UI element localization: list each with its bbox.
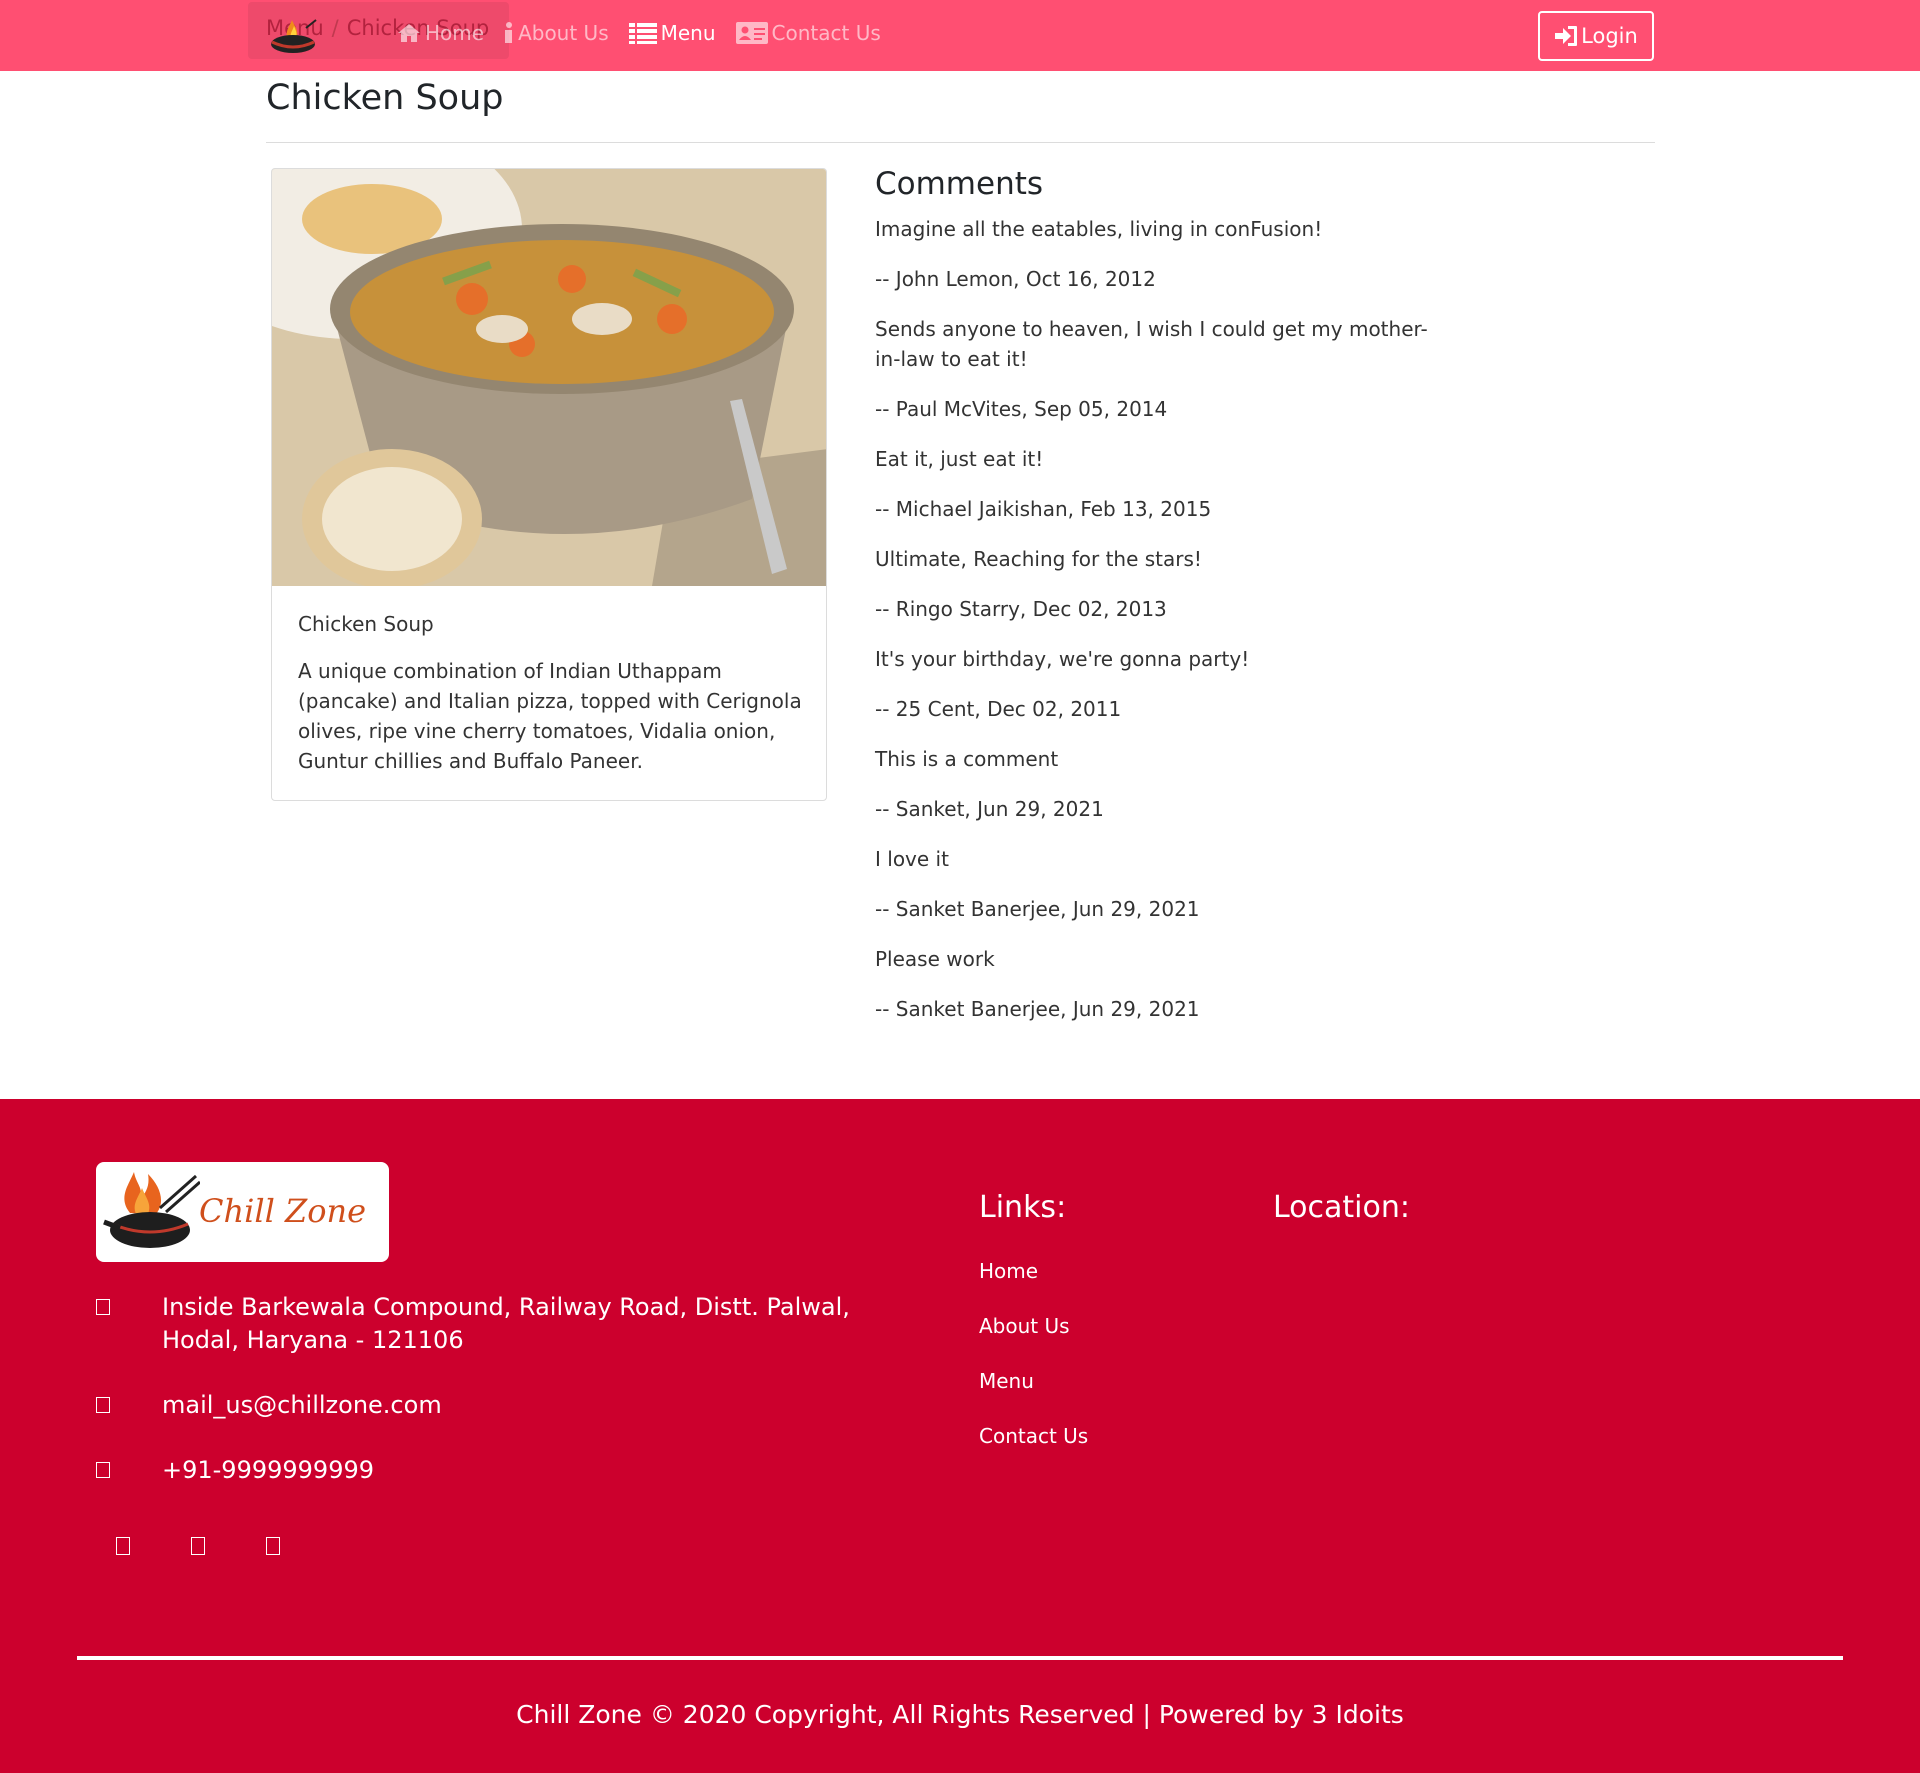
comment-text: It's your birthday, we're gonna party! — [875, 647, 1250, 671]
footer-logo-text: Chill Zone — [199, 1192, 367, 1230]
home-icon — [398, 24, 420, 42]
footer-logo[interactable]: Chill Zone — [96, 1162, 389, 1262]
comment-text: Ultimate, Reaching for the stars! — [875, 547, 1202, 571]
login-label: Login — [1581, 24, 1638, 48]
footer-email[interactable]: mail_us@chillzone.com — [162, 1389, 442, 1422]
comment-text: I love it — [875, 847, 949, 871]
comment-author: -- 25 Cent, Dec 02, 2011 — [875, 697, 1122, 721]
dish-card: Chicken Soup A unique combination of Ind… — [271, 168, 827, 801]
sign-in-icon — [1555, 26, 1578, 46]
nav-item-home-label: Home — [425, 21, 485, 45]
footer-link-about[interactable]: About Us — [979, 1314, 1070, 1338]
nav-item-menu[interactable]: Menu — [628, 21, 716, 45]
address-card-icon — [735, 22, 768, 44]
dish-description: A unique combination of Indian Uthappam … — [298, 659, 802, 773]
nav-item-about-label: About Us — [518, 21, 609, 45]
nav-item-about[interactable]: About Us — [504, 21, 609, 45]
comment-author: -- Sanket, Jun 29, 2021 — [875, 797, 1104, 821]
comments-list: Imagine all the eatables, living in conF… — [875, 214, 1445, 1044]
comment-text: Eat it, just eat it! — [875, 447, 1044, 471]
copyright-text: Chill Zone © 2020 Copyright, All Rights … — [516, 1700, 1404, 1729]
nav-menu: Home About Us Menu Contact Us — [397, 21, 901, 45]
comment-text: Sends anyone to heaven, I wish I could g… — [875, 317, 1428, 371]
comments-heading: Comments — [875, 166, 1044, 202]
footer-divider — [77, 1656, 1843, 1660]
links-heading: Links: — [979, 1190, 1067, 1225]
brand-logo-icon[interactable] — [266, 18, 320, 58]
envelope-icon — [96, 1397, 110, 1413]
footer-phone[interactable]: +91-9999999999 — [162, 1454, 374, 1487]
comment-text: Please work — [875, 947, 995, 971]
home-icon — [96, 1299, 110, 1315]
phone-row: +91-9999999999 — [96, 1454, 374, 1487]
facebook-icon[interactable] — [116, 1537, 130, 1555]
nav-item-contact[interactable]: Contact Us — [735, 21, 881, 45]
footer-link-home[interactable]: Home — [979, 1259, 1038, 1283]
comment-author: -- Michael Jaikishan, Feb 13, 2015 — [875, 497, 1212, 521]
comment-text: Imagine all the eatables, living in conF… — [875, 217, 1323, 241]
footer-address: Inside Barkewala Compound, Railway Road,… — [162, 1293, 850, 1354]
page-title: Chicken Soup — [266, 78, 504, 118]
comment-text: This is a comment — [875, 747, 1059, 771]
nav-item-menu-label: Menu — [660, 21, 716, 45]
breadcrumb-separator: / — [331, 16, 339, 40]
twitter-icon[interactable] — [266, 1537, 280, 1555]
comment-author: -- Sanket Banerjee, Jun 29, 2021 — [875, 997, 1200, 1021]
list-icon — [628, 23, 657, 44]
nav-item-home[interactable]: Home — [397, 21, 484, 45]
social-links — [116, 1537, 341, 1555]
comment-author: -- Ringo Starry, Dec 02, 2013 — [875, 597, 1167, 621]
footer-link-contact[interactable]: Contact Us — [979, 1424, 1088, 1448]
footer: Chill Zone — [0, 1099, 1920, 1773]
comment-author: -- Sanket Banerjee, Jun 29, 2021 — [875, 897, 1200, 921]
login-button[interactable]: Login — [1538, 11, 1654, 61]
navbar: Menu/Chicken Soup Home About Us Menu Con… — [0, 0, 1920, 71]
nav-item-contact-label: Contact Us — [771, 21, 881, 45]
comment-author: -- John Lemon, Oct 16, 2012 — [875, 267, 1156, 291]
footer-link-menu[interactable]: Menu — [979, 1369, 1034, 1393]
comment-author: -- Paul McVites, Sep 05, 2014 — [875, 397, 1168, 421]
title-divider — [266, 142, 1655, 143]
dish-image — [272, 169, 826, 586]
email-row: mail_us@chillzone.com — [96, 1389, 442, 1422]
dish-card-title: Chicken Soup — [298, 612, 434, 636]
location-heading: Location: — [1273, 1190, 1410, 1225]
phone-icon — [96, 1462, 110, 1478]
instagram-icon[interactable] — [191, 1537, 205, 1555]
address-row: Inside Barkewala Compound, Railway Road,… — [96, 1291, 922, 1357]
info-icon — [505, 22, 513, 43]
wok-flame-icon — [103, 1172, 200, 1248]
